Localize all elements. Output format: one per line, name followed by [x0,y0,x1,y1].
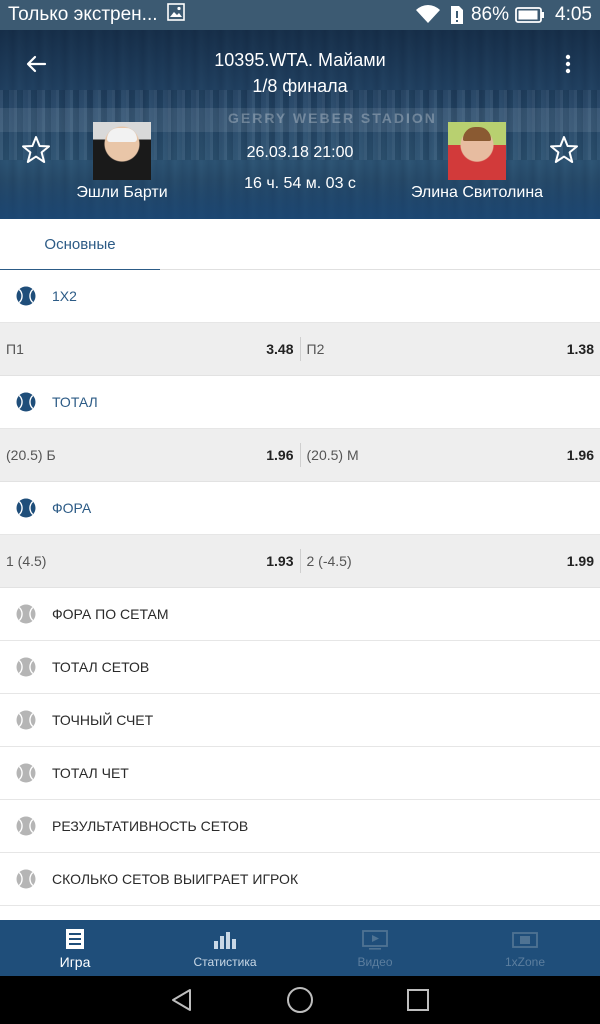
tennis-ball-icon [16,869,36,889]
clock: 4:05 [555,4,592,25]
nav-statistics-label: Статистика [193,955,257,969]
odd-button[interactable]: 1 (4.5) 1.93 [0,535,300,587]
stadium-banner-text: GERRY WEBER STADION [228,110,437,126]
circle-home-icon [287,987,313,1013]
market-section-total-even[interactable]: ТОТАЛ ЧЕТ [0,747,600,800]
markets-list: 1X2 П1 3.48 П2 1.38 ТОТАЛ (20.5) Б 1.96 … [0,270,600,906]
video-icon [362,930,388,950]
odd-button[interactable]: П2 1.38 [299,337,600,361]
favorite-player2-button[interactable] [548,134,580,166]
odd-label: (20.5) М [306,447,359,463]
odd-value: 1.38 [566,341,594,357]
odds-row: 1 (4.5) 1.93 2 (-4.5) 1.99 [0,535,600,588]
nav-1xzone-label: 1xZone [504,955,546,969]
league-title: 10395.WTA. Майами [214,50,386,70]
tennis-ball-icon [16,604,36,624]
market-section-total[interactable]: ТОТАЛ [0,376,600,429]
tennis-ball-icon [16,816,36,836]
triangle-back-icon [172,989,191,1011]
tennis-ball-icon [16,392,36,412]
nav-statistics[interactable]: Статистика [150,920,300,976]
odd-button[interactable]: (20.5) М 1.96 [299,443,600,467]
tab-main-label: Основные [44,236,116,253]
tennis-ball-icon [16,763,36,783]
market-section-handicap[interactable]: ФОРА [0,482,600,535]
odd-label: 1 (4.5) [6,553,47,569]
market-title: ТОТАЛ [52,394,98,410]
market-title: ТОТАЛ СЕТОВ [52,659,150,675]
bottom-navigation: Игра Статистика Видео 1xZone [0,920,600,976]
odds-row: (20.5) Б 1.96 (20.5) М 1.96 [0,429,600,482]
odd-button[interactable]: (20.5) Б 1.96 [0,429,300,481]
tennis-ball-icon [16,657,36,677]
odd-label: (20.5) Б [6,447,56,463]
nav-video-label: Видео [357,955,393,969]
market-section-set-handicap[interactable]: ФОРА ПО СЕТАМ [0,588,600,641]
market-section-sets-won[interactable]: СКОЛЬКО СЕТОВ ВЫИГРАЕТ ИГРОК [0,853,600,906]
market-title: ТОЧНЫЙ СЧЕТ [52,712,154,728]
wifi-icon [415,5,441,25]
odd-button[interactable]: 2 (-4.5) 1.99 [299,549,600,573]
battery-icon [515,6,545,24]
statistics-icon [214,932,236,949]
more-options-button[interactable] [556,48,580,80]
market-title: ФОРА ПО СЕТАМ [52,606,169,622]
market-section-exact-score[interactable]: ТОЧНЫЙ СЧЕТ [0,694,600,747]
tab-bar: Основные [0,219,600,271]
odd-value: 1.99 [566,553,594,569]
star-outline-icon [550,136,578,163]
screen: Только экстрен... 86% 4:05 GERRY WEBER S… [0,0,600,1024]
tab-main[interactable]: Основные [0,219,160,271]
match-date: 26.03.18 21:00 [246,144,354,161]
market-section-1x2[interactable]: 1X2 [0,270,600,323]
odd-value: 1.96 [266,447,294,463]
market-section-set-results[interactable]: РЕЗУЛЬТАТИВНОСТЬ СЕТОВ [0,800,600,853]
odd-label: П2 [306,341,325,357]
odd-value: 3.48 [266,341,294,357]
odds-row: П1 3.48 П2 1.38 [0,323,600,376]
odd-label: П1 [6,341,24,357]
tennis-ball-icon [16,286,36,306]
market-title: ФОРА [52,500,92,516]
market-title: РЕЗУЛЬТАТИВНОСТЬ СЕТОВ [52,818,249,834]
nav-game-label: Игра [59,954,91,970]
status-bar: Только экстрен... 86% 4:05 [0,0,600,30]
market-section-total-sets[interactable]: ТОТАЛ СЕТОВ [0,641,600,694]
tennis-ball-icon [16,710,36,730]
market-title: 1X2 [52,288,77,304]
nav-1xzone[interactable]: 1xZone [450,920,600,976]
player2-name: Элина Свитолина [410,184,544,201]
notification-text: Только экстрен... [8,4,158,25]
more-vertical-icon [565,54,571,74]
match-header: GERRY WEBER STADION 10395.WTA. Майами 1/… [0,30,600,219]
system-navigation-bar [0,976,600,1024]
system-back-button[interactable] [166,984,198,1016]
battery-percent: 86% [470,4,510,25]
odd-value: 1.96 [566,447,594,463]
nav-game[interactable]: Игра [0,920,150,976]
market-title: ТОТАЛ ЧЕТ [52,765,129,781]
odd-value: 1.93 [266,553,294,569]
sim-alert-icon [447,5,465,25]
nav-video[interactable]: Видео [300,920,450,976]
tennis-ball-icon [16,498,36,518]
image-notification-icon [166,2,186,28]
system-home-button[interactable] [284,984,316,1016]
player2-avatar [448,122,506,180]
game-icon [66,929,84,949]
odd-label: 2 (-4.5) [306,553,352,569]
zone-icon [512,932,538,948]
system-recents-button[interactable] [402,984,434,1016]
stage-title: 1/8 финала [252,76,348,96]
market-title: СКОЛЬКО СЕТОВ ВЫИГРАЕТ ИГРОК [52,871,299,887]
square-recents-icon [407,989,429,1011]
odd-button[interactable]: П1 3.48 [0,323,300,375]
